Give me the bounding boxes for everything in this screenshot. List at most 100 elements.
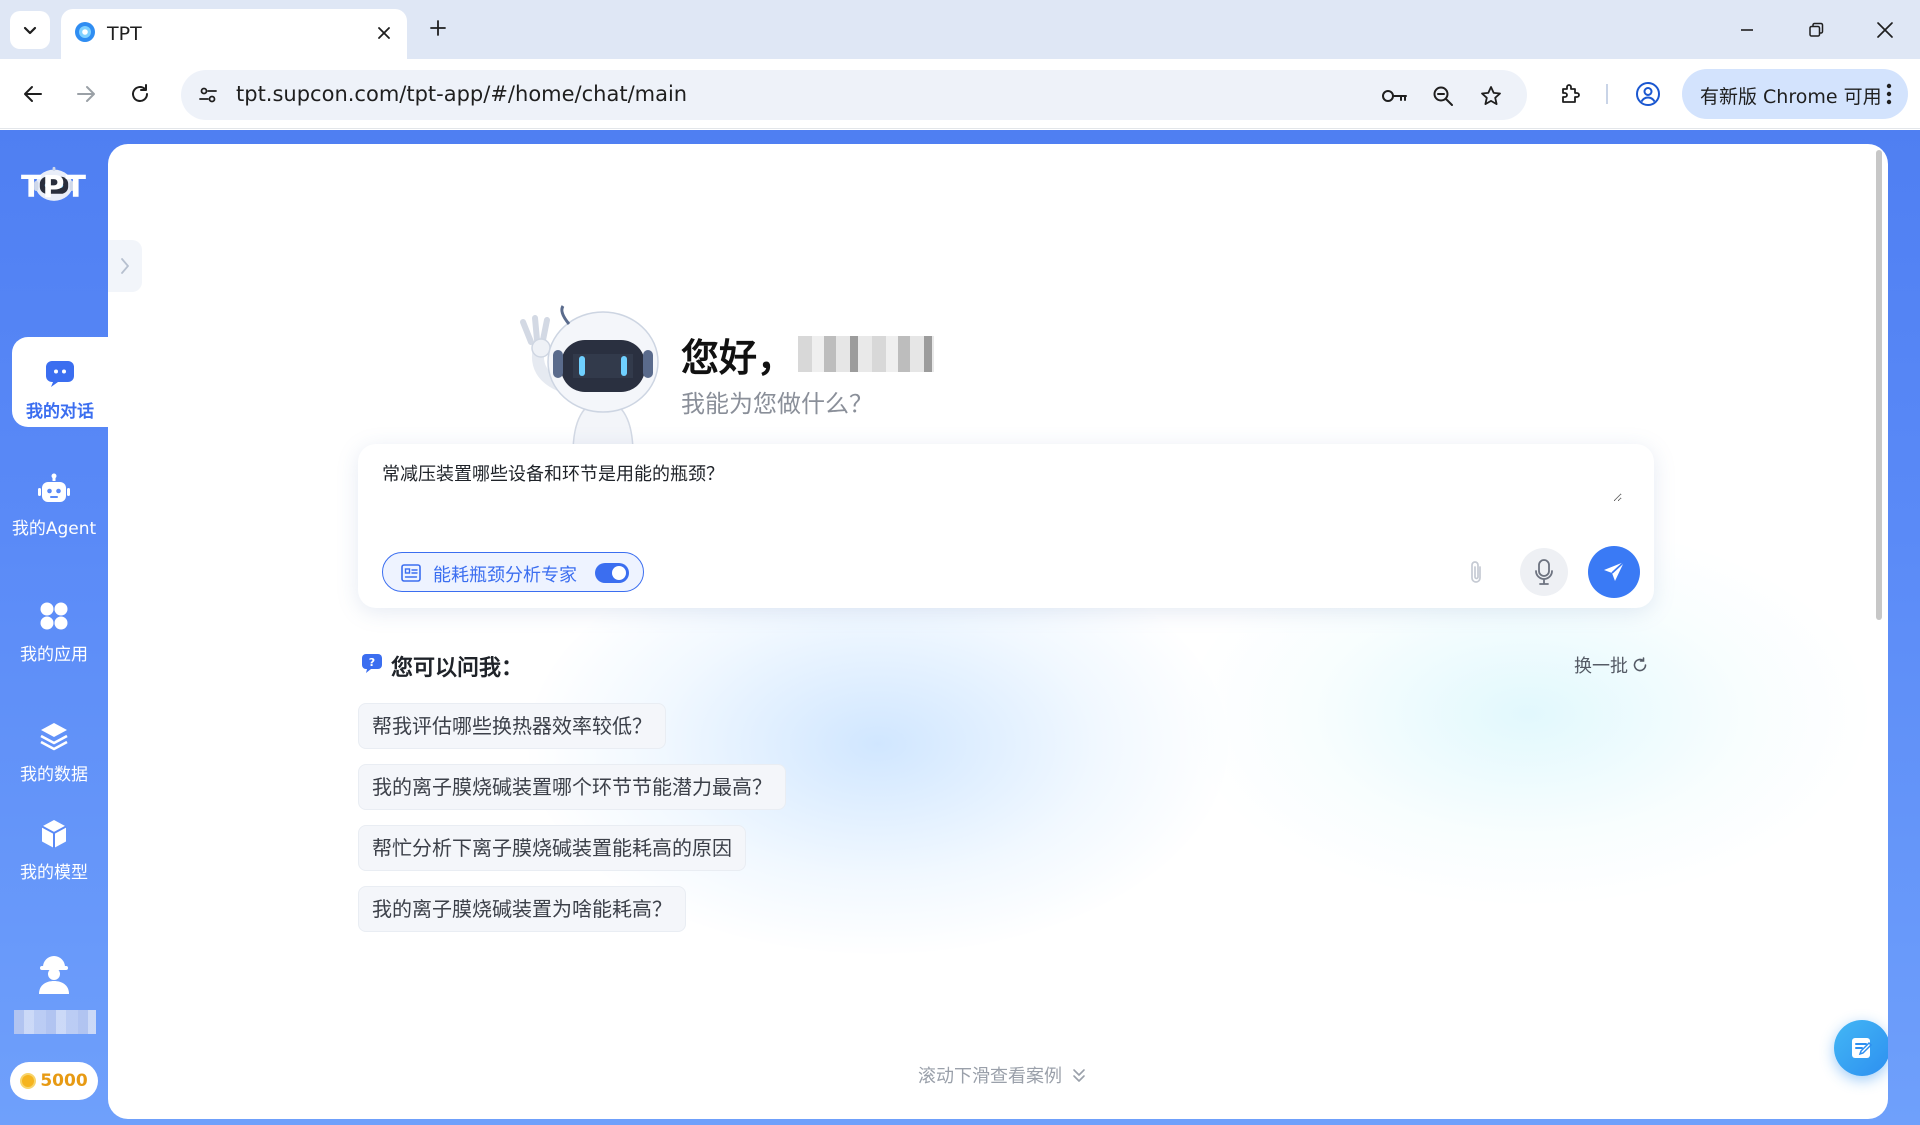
attach-button[interactable] <box>1458 550 1494 594</box>
plus-icon <box>430 20 446 36</box>
sidebar-collapse-button[interactable] <box>108 240 142 292</box>
robot-icon <box>34 470 74 510</box>
scroll-hint-label: 滚动下滑查看案例 <box>918 1066 1062 1087</box>
close-window-button[interactable] <box>1861 10 1909 50</box>
chrome-update-button[interactable]: 有新版 Chrome 可用 <box>1682 69 1908 119</box>
profile-icon <box>1636 82 1660 106</box>
zoom-button[interactable] <box>1429 82 1457 110</box>
chrome-menu-button[interactable] <box>1882 81 1896 107</box>
user-name-redacted <box>14 1010 96 1034</box>
question-bubble-icon: ? <box>362 654 382 673</box>
back-button[interactable] <box>14 75 52 113</box>
nav-item-my-data[interactable]: 我的数据 <box>0 716 108 785</box>
agent-selector-chip[interactable]: 能耗瓶颈分析专家 <box>382 552 644 592</box>
suggestions-heading: 您可以问我： <box>391 656 524 681</box>
greeting-heading: 您好， <box>681 336 796 380</box>
new-chat-fab[interactable] <box>1834 1020 1888 1076</box>
agent-toggle[interactable] <box>595 563 629 583</box>
extensions-button[interactable] <box>1552 76 1588 112</box>
browser-tab-bar: TPT <box>0 0 1920 59</box>
nav-label: 我的模型 <box>20 863 88 883</box>
apps-icon <box>34 596 74 636</box>
key-icon <box>1382 90 1407 102</box>
nav-label: 我的对话 <box>26 402 94 422</box>
arrow-right-icon <box>77 86 95 102</box>
forward-button[interactable] <box>67 75 105 113</box>
minimize-button[interactable] <box>1723 10 1771 50</box>
reload-icon <box>132 84 148 102</box>
chat-input-card: 常减压装置哪些设备和环节是用能的瓶颈？ 能耗瓶颈分析专家 <box>358 444 1654 608</box>
refresh-label: 换一批 <box>1574 656 1628 677</box>
suggestion-item[interactable]: 帮忙分析下离子膜烧碱装置能耗高的原因 <box>358 825 746 871</box>
voice-input-button[interactable] <box>1520 548 1568 596</box>
document-icon <box>401 563 421 583</box>
chevron-right-icon <box>121 258 129 274</box>
microphone-icon <box>1535 559 1553 585</box>
app-viewport: TPT 我的对话 我的Agent 我的应用 我的数据 我的模型 5000 您好，… <box>0 130 1920 1125</box>
paper-plane-icon <box>1604 561 1625 581</box>
profile-button[interactable] <box>1630 76 1666 112</box>
layers-icon <box>34 716 74 756</box>
user-name-redacted <box>798 336 934 372</box>
toggle-knob <box>612 566 626 580</box>
main-panel: 您好， 我能为您做什么？ 常减压装置哪些设备和环节是用能的瓶颈？ 能耗瓶颈分析专… <box>108 144 1888 1119</box>
close-icon <box>1877 22 1893 38</box>
nav-item-my-chats[interactable]: 我的对话 <box>12 337 108 427</box>
page-scrollbar[interactable] <box>1874 144 1886 624</box>
agent-chip-label: 能耗瓶颈分析专家 <box>433 565 577 586</box>
new-tab-button[interactable] <box>424 14 452 42</box>
browser-tab-active[interactable]: TPT <box>61 9 407 59</box>
scrollbar-thumb[interactable] <box>1876 150 1882 620</box>
scroll-hint[interactable]: 滚动下滑查看案例 <box>918 1062 1086 1088</box>
restore-icon <box>1809 22 1824 37</box>
coin-icon <box>20 1073 37 1089</box>
logo-text: TPT <box>21 170 87 205</box>
close-icon <box>378 27 390 39</box>
nav-item-my-apps[interactable]: 我的应用 <box>0 596 108 665</box>
zoom-out-icon <box>1433 86 1453 106</box>
reload-button[interactable] <box>121 75 159 113</box>
nav-label-text: 我的Agent <box>11 519 97 539</box>
toolbar-separator <box>1606 84 1608 104</box>
tab-close-button[interactable] <box>371 20 397 46</box>
nav-label: 我的应用 <box>20 645 88 665</box>
suggestion-item[interactable]: 我的离子膜烧碱装置哪个环节节能潜力最高？ <box>358 764 786 810</box>
greeting-subtitle: 我能为您做什么？ <box>681 390 873 418</box>
site-info-button[interactable] <box>195 82 221 108</box>
edit-note-icon <box>1852 1038 1873 1058</box>
star-icon <box>1481 86 1501 105</box>
minimize-icon <box>1741 29 1753 31</box>
tpt-favicon-icon <box>75 22 95 42</box>
suggestion-item[interactable]: 帮我评估哪些换热器效率较低？ <box>358 703 666 749</box>
update-label: 有新版 Chrome 可用 <box>1700 86 1882 108</box>
svg-text:?: ? <box>369 656 375 669</box>
send-button[interactable] <box>1588 546 1640 598</box>
bookmark-button[interactable] <box>1477 82 1505 110</box>
url-text[interactable]: tpt.supcon.com/tpt-app/#/home/chat/main <box>236 82 687 106</box>
points-value: 5000 <box>40 1071 88 1091</box>
robot-mascot-illustration <box>520 305 659 454</box>
tune-icon <box>199 87 217 103</box>
restore-button[interactable] <box>1792 10 1840 50</box>
refresh-suggestions-button[interactable]: 换一批 <box>1574 652 1648 678</box>
paperclip-icon <box>1471 561 1481 583</box>
address-bar[interactable]: tpt.supcon.com/tpt-app/#/home/chat/main <box>181 70 1527 120</box>
double-chevron-down-icon <box>1073 1069 1085 1082</box>
arrow-left-icon <box>24 86 42 102</box>
browser-toolbar: tpt.supcon.com/tpt-app/#/home/chat/main … <box>0 59 1920 129</box>
nav-item-my-agent[interactable]: 我的Agent <box>0 470 108 539</box>
nav-label: 我的Agent <box>0 514 108 539</box>
chat-input[interactable]: 常减压装置哪些设备和环节是用能的瓶颈？ <box>382 460 1622 502</box>
tab-search-button[interactable] <box>10 11 50 49</box>
tab-title: TPT <box>107 23 142 45</box>
more-vertical-icon <box>1886 83 1892 105</box>
chevron-down-icon <box>23 26 37 35</box>
suggestion-item[interactable]: 我的离子膜烧碱装置为啥能耗高？ <box>358 886 686 932</box>
user-avatar-icon[interactable] <box>30 950 78 998</box>
points-badge[interactable]: 5000 <box>10 1062 98 1100</box>
refresh-icon <box>1633 657 1647 672</box>
cube-icon <box>34 814 74 854</box>
password-key-button[interactable] <box>1381 82 1409 110</box>
nav-item-my-models[interactable]: 我的模型 <box>0 814 108 883</box>
chat-icon <box>40 353 80 393</box>
